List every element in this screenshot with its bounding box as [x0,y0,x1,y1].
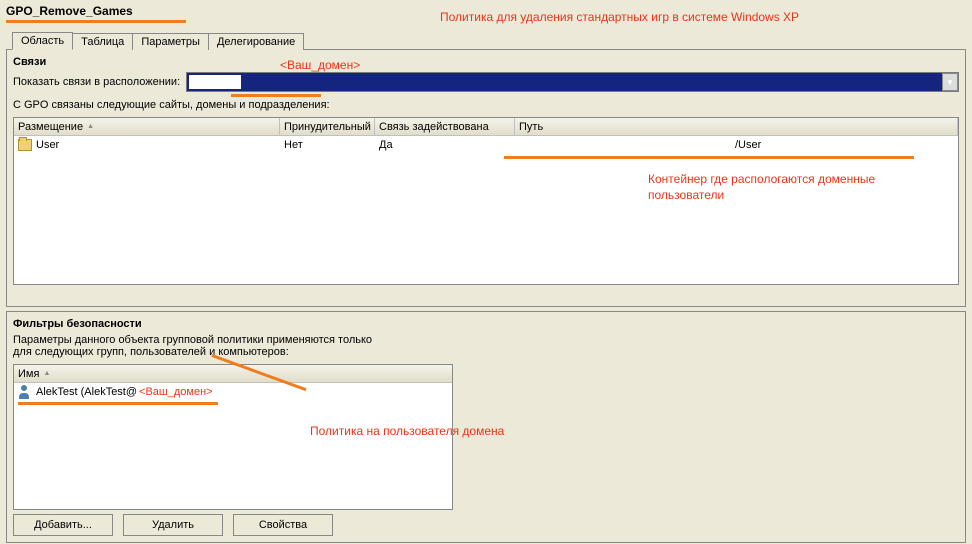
annotation-domain1: <Ваш_домен> [280,58,360,74]
security-col-name[interactable]: Имя▲ [14,365,452,383]
row-forced: Нет [280,136,375,154]
entry-underline [18,402,218,405]
path-underline [504,156,914,159]
security-desc1: Параметры данного объекта групповой поли… [13,334,959,346]
tab-scope[interactable]: Область [12,32,73,50]
button-row: Добавить... Удалить Свойства [13,514,333,536]
security-entry: AlekTest (AlekTest@ [36,386,137,398]
user-icon [18,385,32,399]
col-enabled[interactable]: Связь задействована [375,118,515,135]
annotation-container: Контейнер где распологаются доменные пол… [648,172,948,203]
row-enabled: Да [375,136,515,154]
combo-underline [231,94,321,97]
location-combo[interactable]: ▼ [186,72,959,92]
col-forced[interactable]: Принудительный [280,118,375,135]
tab-delegation[interactable]: Делегирование [208,33,304,50]
table-row[interactable]: User Нет Да /User [14,136,958,154]
combo-value-mask [189,75,241,89]
security-desc2: для следующих групп, пользователей и ком… [13,346,959,358]
show-links-label: Показать связи в расположении: [13,76,180,88]
tab-table[interactable]: Таблица [72,33,133,50]
list-item[interactable]: AlekTest (AlekTest@ <Ваш_домен> [14,383,452,401]
add-button[interactable]: Добавить... [13,514,113,536]
title-underline [6,20,186,23]
tab-params[interactable]: Параметры [132,33,209,50]
annotation-user-policy: Политика на пользователя домена [310,424,504,440]
col-location[interactable]: Размещение▲ [14,118,280,135]
links-subtext: С GPO связаны следующие сайты, домены и … [13,99,959,111]
properties-button[interactable]: Свойства [233,514,333,536]
folder-icon [18,139,32,151]
tab-bar: Область Таблица Параметры Делегирование [0,29,972,49]
remove-button[interactable]: Удалить [123,514,223,536]
combo-dropdown-icon[interactable]: ▼ [942,73,958,91]
annotation-domain2: <Ваш_домен> [139,386,213,398]
sort-icon: ▲ [87,123,94,130]
annotation-policy-desc: Политика для удаления стандартных игр в … [440,10,840,26]
row-path: /User [735,139,761,151]
links-header: Размещение▲ Принудительный Связь задейст… [14,118,958,136]
col-path[interactable]: Путь [515,118,958,135]
links-title: Связи [13,56,959,68]
row-location: User [36,139,59,151]
security-title: Фильтры безопасности [13,318,959,330]
sort-icon: ▲ [43,370,50,377]
